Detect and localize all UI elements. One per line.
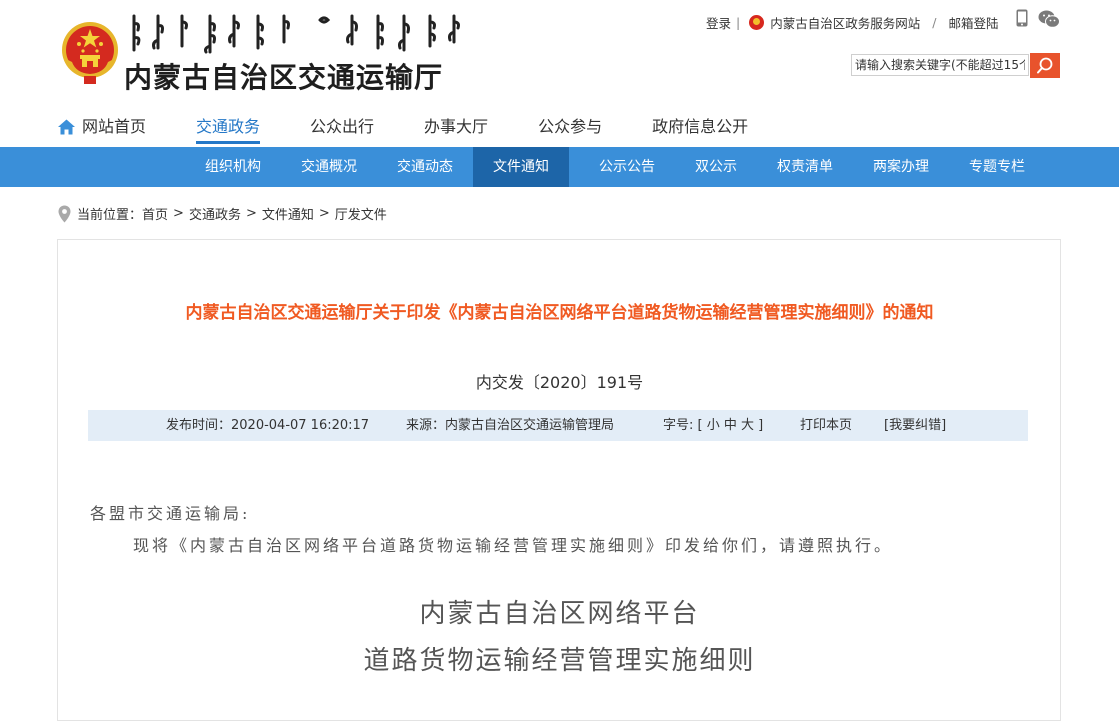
- search-icon: [1037, 57, 1053, 74]
- attachment-heading-line-2: 道路货物运输经营管理实施细则: [363, 646, 756, 676]
- sub-nav-item-proposals[interactable]: 两案办理: [858, 147, 944, 187]
- main-nav-label: 公众参与: [538, 117, 603, 136]
- sub-nav-item-news[interactable]: 交通动态: [382, 147, 468, 187]
- mongolian-script-logo: [132, 14, 460, 54]
- main-nav-item-service-hall[interactable]: 办事大厅: [424, 116, 488, 144]
- main-nav-label: 办事大厅: [424, 117, 489, 136]
- salutation: 各盟市交通运输局:: [90, 504, 251, 523]
- main-nav-item-participation[interactable]: 公众参与: [538, 116, 602, 144]
- sub-nav-item-special-topics[interactable]: 专题专栏: [954, 147, 1040, 187]
- gov-portal-emblem-icon: [749, 15, 765, 30]
- national-emblem-icon: [62, 22, 118, 84]
- main-nav-label: 政府信息公开: [652, 117, 749, 136]
- report-error-link[interactable]: [我要纠错]: [884, 410, 946, 441]
- sub-nav-item-notices[interactable]: 文件通知: [473, 147, 569, 187]
- sub-nav: 组织机构 交通概况 交通动态 文件通知 公示公告 双公示 权责清单 两案办理 专…: [0, 147, 1119, 187]
- top-links: 登录 | 内蒙古自治区政务服务网站 / 邮箱登陆: [706, 13, 998, 32]
- phone-icon[interactable]: [1016, 9, 1028, 27]
- search-button[interactable]: [1030, 53, 1060, 78]
- breadcrumb: 当前位置： 首页 > 交通政务 > 文件通知 > 厅发文件: [58, 204, 387, 223]
- login-link[interactable]: 登录: [706, 13, 731, 32]
- gov-portal-link[interactable]: 内蒙古自治区政务服务网站: [770, 13, 920, 32]
- body-paragraph: 现将《内蒙古自治区网络平台道路货物运输经营管理实施细则》印发给你们，请遵照执行。: [133, 536, 894, 555]
- breadcrumb-separator: >: [245, 206, 257, 221]
- main-nav-item-info-disclosure[interactable]: 政府信息公开: [652, 116, 748, 144]
- font-size-switcher[interactable]: 字号: [ 小 中 大 ]: [663, 410, 763, 441]
- article-title: 内蒙古自治区交通运输厅关于印发《内蒙古自治区网络平台道路货物运输经营管理实施细则…: [185, 303, 934, 323]
- breadcrumb-separator: >: [318, 206, 330, 221]
- attachment-heading-line-1: 内蒙古自治区网络平台: [419, 599, 700, 629]
- breadcrumb-item-department-files[interactable]: 厅发文件: [335, 204, 387, 223]
- sub-nav-item-double-publicity[interactable]: 双公示: [677, 147, 755, 187]
- home-icon: [58, 119, 75, 135]
- email-login-link[interactable]: 邮箱登陆: [948, 13, 998, 32]
- sub-nav-item-responsibility-list[interactable]: 权责清单: [762, 147, 848, 187]
- article-meta-bar: 发布时间：2020-04-07 16:20:17 来源：内蒙古自治区交通运输管理…: [88, 410, 1028, 441]
- search-input[interactable]: [851, 54, 1029, 76]
- print-page-link[interactable]: 打印本页: [800, 410, 852, 441]
- main-nav-label: 交通政务: [196, 117, 261, 136]
- main-nav: 网站首页 交通政务 公众出行 办事大厅 公众参与 政府信息公开: [58, 116, 798, 146]
- site-name: 内蒙古自治区交通运输厅: [124, 61, 444, 94]
- sub-nav-item-organization[interactable]: 组织机构: [190, 147, 276, 187]
- sub-nav-item-overview[interactable]: 交通概况: [286, 147, 372, 187]
- main-nav-item-home[interactable]: 网站首页: [58, 116, 146, 144]
- wechat-icon[interactable]: [1038, 10, 1060, 28]
- link-separator: |: [736, 15, 741, 30]
- breadcrumb-prefix: 当前位置：: [77, 208, 143, 223]
- breadcrumb-item-notices[interactable]: 文件通知: [262, 204, 314, 223]
- main-nav-label: 网站首页: [82, 117, 147, 136]
- link-separator: /: [932, 15, 937, 30]
- main-nav-item-affairs[interactable]: 交通政务: [196, 116, 261, 144]
- sub-nav-item-announcements[interactable]: 公示公告: [584, 147, 670, 187]
- breadcrumb-separator: >: [173, 206, 184, 221]
- main-nav-label: 公众出行: [310, 117, 375, 136]
- article-source: 来源：内蒙古自治区交通运输管理局: [406, 418, 615, 433]
- document-number: 内交发〔2020〕191号: [475, 373, 644, 392]
- location-pin-icon: [58, 205, 71, 222]
- breadcrumb-item-affairs[interactable]: 交通政务: [189, 204, 241, 223]
- main-nav-item-travel[interactable]: 公众出行: [310, 116, 374, 144]
- breadcrumb-item-home[interactable]: 首页: [142, 204, 168, 223]
- publish-time: 发布时间：2020-04-07 16:20:17: [166, 418, 370, 433]
